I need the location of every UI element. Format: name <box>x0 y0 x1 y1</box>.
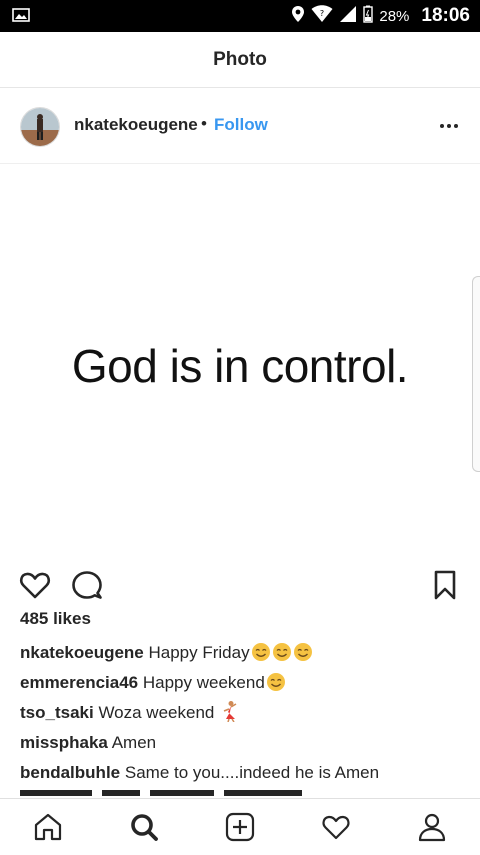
comment-text: Woza weekend <box>98 703 220 722</box>
battery-icon <box>363 5 374 28</box>
follow-button[interactable]: Follow <box>214 115 268 135</box>
more-options-icon[interactable] <box>436 116 462 136</box>
title-bar: Photo <box>0 32 480 88</box>
comments-list: nkatekoeugene Happy Friday emmerencia46 … <box>20 640 470 790</box>
comment: bendalbuhle Same to you....indeed he is … <box>20 760 470 790</box>
image-quote-text: God is in control. <box>71 340 409 392</box>
comment-text: Happy Friday <box>148 643 250 662</box>
clipped-comment <box>20 790 470 798</box>
post-image[interactable]: God is in control. <box>0 164 480 552</box>
comment-username[interactable]: emmerencia46 <box>20 673 138 692</box>
avatar[interactable] <box>20 107 60 147</box>
status-bar: ? 28% 18:06 <box>0 0 480 32</box>
heart-icon[interactable] <box>18 568 52 602</box>
comment: emmerencia46 Happy weekend <box>20 670 470 700</box>
post-actions <box>0 562 480 606</box>
comment-text: Same to you....indeed he is Amen <box>124 763 380 782</box>
home-icon[interactable] <box>32 811 64 843</box>
svg-text:?: ? <box>320 9 324 18</box>
comment-username[interactable]: missphaka <box>20 733 108 752</box>
page-title: Photo <box>213 48 267 70</box>
activity-heart-icon[interactable] <box>320 811 352 843</box>
add-post-icon[interactable] <box>224 811 256 843</box>
comment: tso_tsaki Woza weekend <box>20 700 470 730</box>
comment-username[interactable]: bendalbuhle <box>20 763 120 782</box>
post-header: nkatekoeugene • Follow <box>0 88 480 164</box>
smiling-face-icon <box>266 672 286 700</box>
smiling-face-icon <box>293 642 313 670</box>
comment-text: Amen <box>111 733 157 752</box>
post-username[interactable]: nkatekoeugene <box>74 115 198 135</box>
signal-icon <box>339 5 357 28</box>
comment-text: Happy weekend <box>142 673 265 692</box>
gallery-notification-icon <box>12 8 30 22</box>
clock: 18:06 <box>421 5 470 26</box>
profile-icon[interactable] <box>416 811 448 843</box>
smiling-face-icon <box>251 642 271 670</box>
comment: missphaka Amen <box>20 730 470 760</box>
search-icon[interactable] <box>128 811 160 843</box>
comment-username[interactable]: tso_tsaki <box>20 703 94 722</box>
wifi-icon: ? <box>311 4 333 28</box>
separator-dot: • <box>201 114 207 133</box>
comment: nkatekoeugene Happy Friday <box>20 640 470 670</box>
bottom-nav <box>0 798 480 855</box>
comment-bubble-icon[interactable] <box>70 568 104 602</box>
bookmark-icon[interactable] <box>428 568 462 602</box>
battery-percent: 28% <box>379 7 410 25</box>
location-icon <box>291 5 305 28</box>
dancer-icon <box>220 700 240 730</box>
side-drawer-handle[interactable] <box>472 276 480 472</box>
comment-username[interactable]: nkatekoeugene <box>20 643 144 662</box>
likes-count[interactable]: 485 likes <box>20 609 91 629</box>
smiling-face-icon <box>272 642 292 670</box>
